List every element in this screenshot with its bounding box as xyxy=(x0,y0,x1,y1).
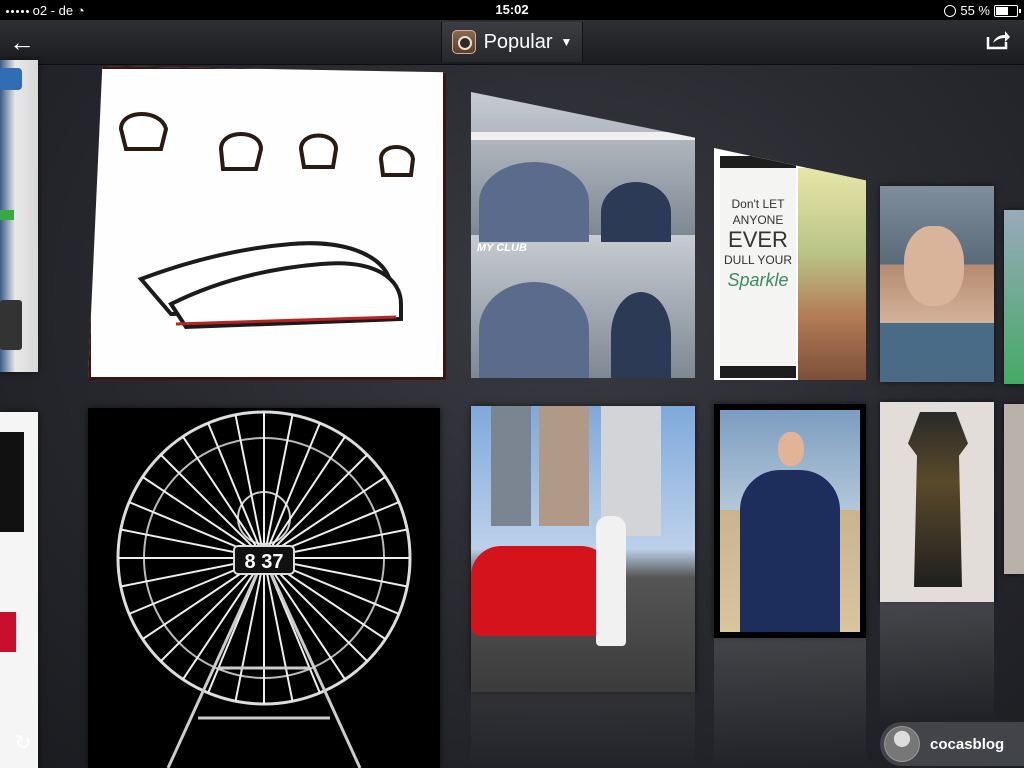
refresh-button[interactable]: ↻ xyxy=(10,730,36,756)
feed-selector-button[interactable]: Popular ▼ xyxy=(441,22,583,62)
photo-tile-partial-right[interactable] xyxy=(1004,210,1024,384)
photo-tile-selfie[interactable] xyxy=(880,186,994,382)
tile-reflection xyxy=(471,692,695,768)
photo-tile-club[interactable]: MY CLUB xyxy=(471,92,695,378)
user-badge[interactable]: cocasblog xyxy=(880,722,1024,766)
shoes-image xyxy=(118,112,416,330)
back-button[interactable]: ← xyxy=(6,26,38,58)
share-button[interactable] xyxy=(984,28,1012,56)
phone-image xyxy=(0,300,22,350)
tile-reflection xyxy=(880,602,994,722)
share-icon xyxy=(986,31,1010,50)
battery-label: 55 % xyxy=(960,3,990,18)
ferris-sign-text: 8 37 xyxy=(245,551,284,573)
chevron-down-icon: ▼ xyxy=(560,35,573,49)
clock: 15:02 xyxy=(495,2,529,17)
photo-tile-dress[interactable] xyxy=(880,402,994,602)
photo-tile-sparkle-quote[interactable]: Don't LET ANYONE EVER DULL YOUR Sparkle xyxy=(714,148,866,380)
arrow-left-icon: ← xyxy=(9,27,35,57)
battery-indicator: 55 % xyxy=(944,3,1021,18)
face-image xyxy=(904,226,964,306)
photo-tile-partial-top-left[interactable] xyxy=(0,60,38,372)
red-car-image xyxy=(471,546,611,636)
photo-wall: o2 - de ◔ 15:02 55 % ← Popular ▼ MY CLUB… xyxy=(0,0,1024,768)
person-image xyxy=(611,292,671,378)
photo-tile-partial-right-bottom[interactable] xyxy=(1004,404,1024,574)
status-bar: o2 - de ◔ 15:02 55 % xyxy=(0,0,1024,20)
overlay-text: MY CLUB xyxy=(477,242,527,254)
navigation-bar: ← Popular ▼ xyxy=(0,20,1024,65)
photo-tile-shoes[interactable] xyxy=(88,66,446,380)
battery-icon xyxy=(994,4,1021,17)
refresh-icon: ↻ xyxy=(14,732,32,754)
face-image xyxy=(778,432,804,466)
person-image xyxy=(740,470,840,632)
photo-tile-man-pose[interactable] xyxy=(714,404,866,638)
person-image xyxy=(601,182,671,242)
woman-image xyxy=(798,168,866,380)
feed-title: Popular xyxy=(483,30,553,53)
dress-image xyxy=(908,412,968,587)
ferris-spoke xyxy=(160,454,265,559)
rotation-lock-icon xyxy=(944,4,957,17)
quote-text: Don't LET ANYONE EVER DULL YOUR Sparkle xyxy=(723,197,793,290)
tile-reflection xyxy=(714,638,866,768)
gear-icon xyxy=(0,68,22,90)
ferris-spoke xyxy=(263,454,368,559)
person-image xyxy=(596,516,626,646)
photo-tile-ferris-wheel[interactable]: 8 37 xyxy=(88,408,440,768)
avatar xyxy=(884,726,920,762)
photo-tile-partial-bottom-left[interactable] xyxy=(0,412,38,768)
username-label: cocasblog xyxy=(930,735,1005,753)
status-badge xyxy=(0,210,14,220)
ferris-wheel-image: 8 37 xyxy=(116,410,412,768)
person-image xyxy=(479,162,589,242)
instagram-camera-icon xyxy=(451,30,476,54)
photo-tile-car[interactable] xyxy=(471,406,695,692)
person-image xyxy=(479,282,589,378)
